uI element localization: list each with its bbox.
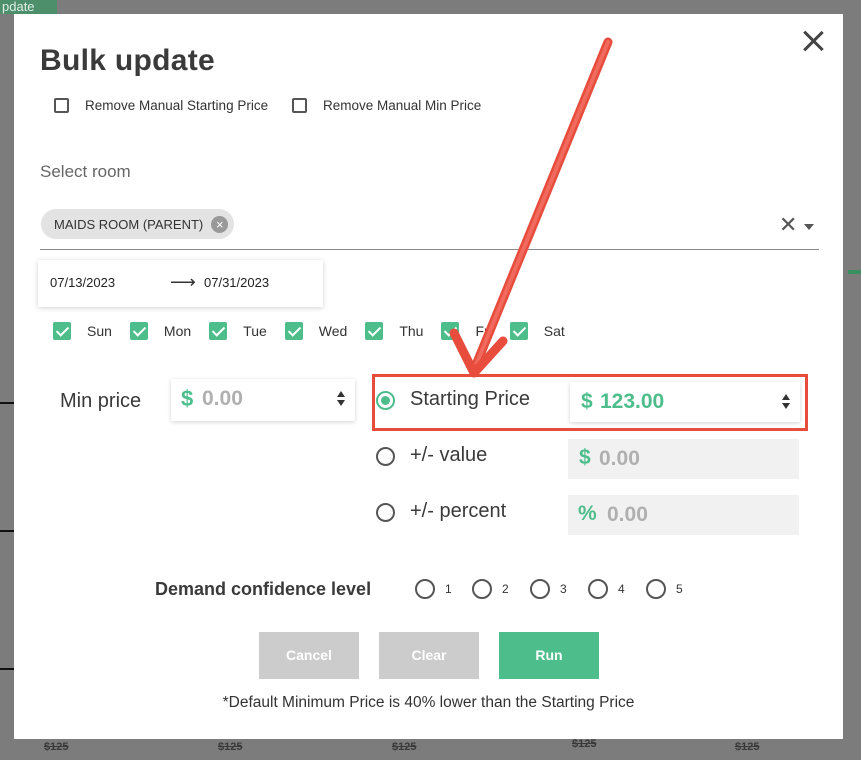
annotation-arrow	[449, 37, 613, 378]
annotation-arrow-shaft-highlight	[474, 40, 610, 367]
